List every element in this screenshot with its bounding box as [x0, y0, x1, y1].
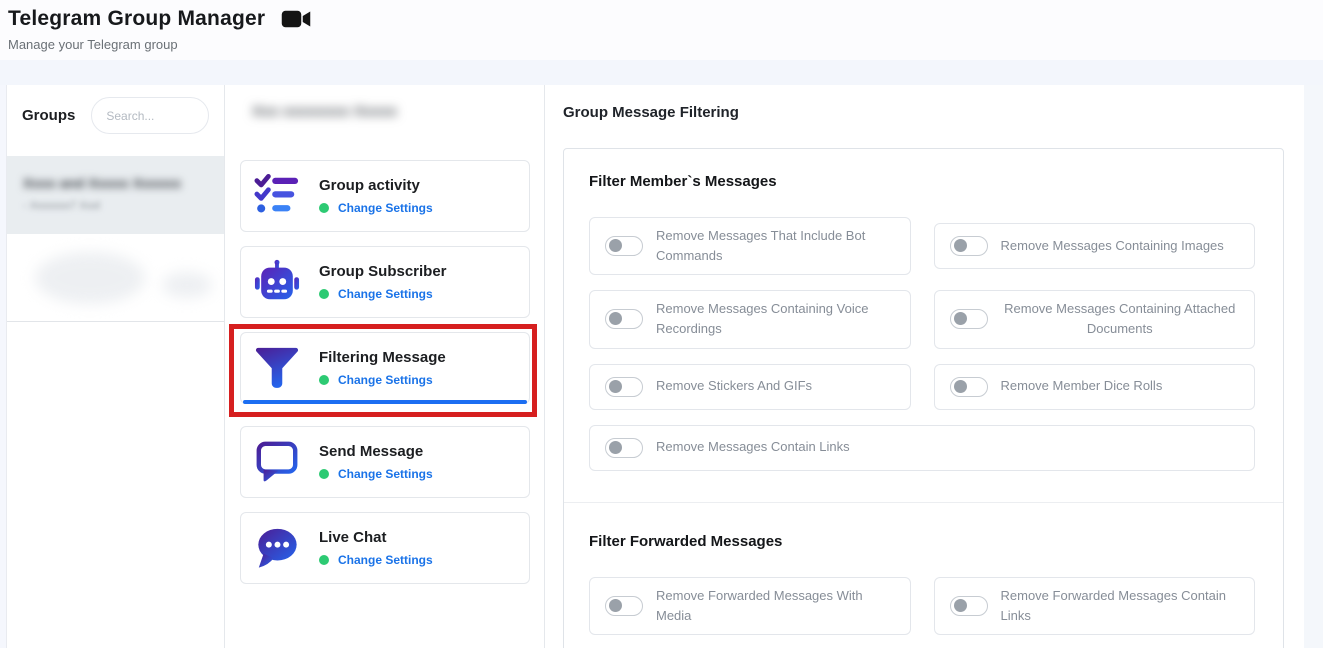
video-camera-icon	[281, 8, 311, 30]
module-card-live-chat[interactable]: Live Chat Change Settings	[240, 512, 530, 584]
header-divider-band	[0, 60, 1323, 85]
toggle-switch[interactable]	[605, 596, 643, 616]
status-dot-green	[319, 375, 329, 385]
toggle-knob	[609, 239, 622, 252]
section-heading-forwarded: Filter Forwarded Messages	[589, 533, 1255, 550]
toggle-label: Remove Member Dice Rolls	[1001, 376, 1163, 396]
change-settings-link[interactable]: Change Settings	[338, 373, 433, 387]
group-list-item-selected[interactable]: Xxxx and Xxxxx Xxxxxx - Xxxxxxx7 Xxxl	[7, 156, 224, 234]
speech-bubble-icon	[254, 439, 300, 485]
status-dot-green	[319, 469, 329, 479]
toggle-label: Remove Messages Containing Images	[1001, 236, 1224, 256]
toggle-box-forwarded-media: Remove Forwarded Messages With Media	[589, 577, 911, 635]
toggle-box-contain-links: Remove Messages Contain Links	[589, 425, 1255, 471]
change-settings-link[interactable]: Change Settings	[338, 553, 433, 567]
settings-panel: Group Message Filtering Filter Member`s …	[545, 85, 1323, 648]
toggle-label: Remove Messages That Include Bot Command…	[656, 226, 895, 266]
toggle-switch[interactable]	[605, 236, 643, 256]
module-title: Filtering Message	[319, 349, 446, 366]
group-subtitle-blurred: - Xxxxxxx7 Xxxl	[23, 200, 208, 212]
groups-sidebar: Groups Xxxx and Xxxxx Xxxxxx - Xxxxxxx7 …	[7, 85, 225, 648]
toggle-knob	[954, 239, 967, 252]
module-title: Send Message	[319, 443, 433, 460]
chat-dots-icon	[254, 525, 300, 571]
checklist-icon	[254, 173, 300, 219]
toggle-knob	[954, 599, 967, 612]
active-tab-underline	[243, 400, 527, 404]
module-card-filtering-message[interactable]: Filtering Message Change Settings	[240, 332, 530, 404]
funnel-icon	[254, 345, 300, 391]
toggle-box-attached-documents: Remove Messages Containing Attached Docu…	[934, 290, 1256, 348]
scrollbar[interactable]	[1304, 85, 1323, 648]
toggle-label: Remove Forwarded Messages Contain Links	[1001, 586, 1240, 626]
section-divider	[564, 502, 1283, 503]
toggle-label: Remove Messages Containing Voice Recordi…	[656, 299, 895, 339]
toggle-switch[interactable]	[950, 377, 988, 397]
module-title: Live Chat	[319, 529, 433, 546]
toggle-knob	[954, 380, 967, 393]
toggle-label: Remove Stickers And GIFs	[656, 376, 812, 396]
toggle-knob	[609, 441, 622, 454]
toggle-switch[interactable]	[950, 309, 988, 329]
app-header: Telegram Group Manager Manage your Teleg…	[0, 0, 1323, 60]
selected-group-title-blurred: Xxx xxxxxxxx Xxxxx	[252, 103, 524, 120]
change-settings-link[interactable]: Change Settings	[338, 467, 433, 481]
toggle-switch[interactable]	[950, 236, 988, 256]
module-card-group-activity[interactable]: Group activity Change Settings	[240, 160, 530, 232]
blurred-image	[35, 252, 145, 304]
toggle-box-bot-commands: Remove Messages That Include Bot Command…	[589, 217, 911, 275]
toggle-box-voice-recordings: Remove Messages Containing Voice Recordi…	[589, 290, 911, 348]
toggle-knob	[609, 599, 622, 612]
toggle-switch[interactable]	[605, 377, 643, 397]
modules-column: Xxx xxxxxxxx Xxxxx Group activity Change…	[225, 85, 545, 648]
toggle-label: Remove Forwarded Messages With Media	[656, 586, 895, 626]
group-name-blurred: Xxxx and Xxxxx Xxxxxx	[23, 175, 208, 191]
change-settings-link[interactable]: Change Settings	[338, 201, 433, 215]
toggle-switch[interactable]	[605, 438, 643, 458]
module-card-send-message[interactable]: Send Message Change Settings	[240, 426, 530, 498]
toggle-switch[interactable]	[950, 596, 988, 616]
module-card-group-subscriber[interactable]: Group Subscriber Change Settings	[240, 246, 530, 318]
toggle-box-forwarded-links: Remove Forwarded Messages Contain Links	[934, 577, 1256, 635]
module-title: Group Subscriber	[319, 263, 447, 280]
toggle-knob	[954, 312, 967, 325]
toggle-label: Remove Messages Contain Links	[656, 437, 850, 457]
page-subtitle: Manage your Telegram group	[8, 37, 1323, 52]
blurred-image	[162, 272, 212, 298]
panel-title: Group Message Filtering	[563, 104, 1323, 121]
toggle-label: Remove Messages Containing Attached Docu…	[1001, 299, 1240, 339]
groups-title: Groups	[22, 107, 75, 124]
filtering-card: Filter Member`s Messages Remove Messages…	[563, 148, 1284, 648]
module-title: Group activity	[319, 177, 433, 194]
toggle-box-containing-images: Remove Messages Containing Images	[934, 223, 1256, 269]
page-title: Telegram Group Manager	[8, 7, 265, 31]
toggle-switch[interactable]	[605, 309, 643, 329]
section-heading-members: Filter Member`s Messages	[589, 173, 1255, 190]
change-settings-link[interactable]: Change Settings	[338, 287, 433, 301]
toggle-box-stickers-gifs: Remove Stickers And GIFs	[589, 364, 911, 410]
status-dot-green	[319, 555, 329, 565]
group-media-preview	[7, 234, 224, 322]
status-dot-green	[319, 203, 329, 213]
status-dot-green	[319, 289, 329, 299]
search-input[interactable]	[91, 97, 209, 134]
left-gutter	[0, 85, 7, 648]
toggle-box-dice-rolls: Remove Member Dice Rolls	[934, 364, 1256, 410]
toggle-knob	[609, 312, 622, 325]
toggle-knob	[609, 380, 622, 393]
robot-icon	[254, 259, 300, 305]
